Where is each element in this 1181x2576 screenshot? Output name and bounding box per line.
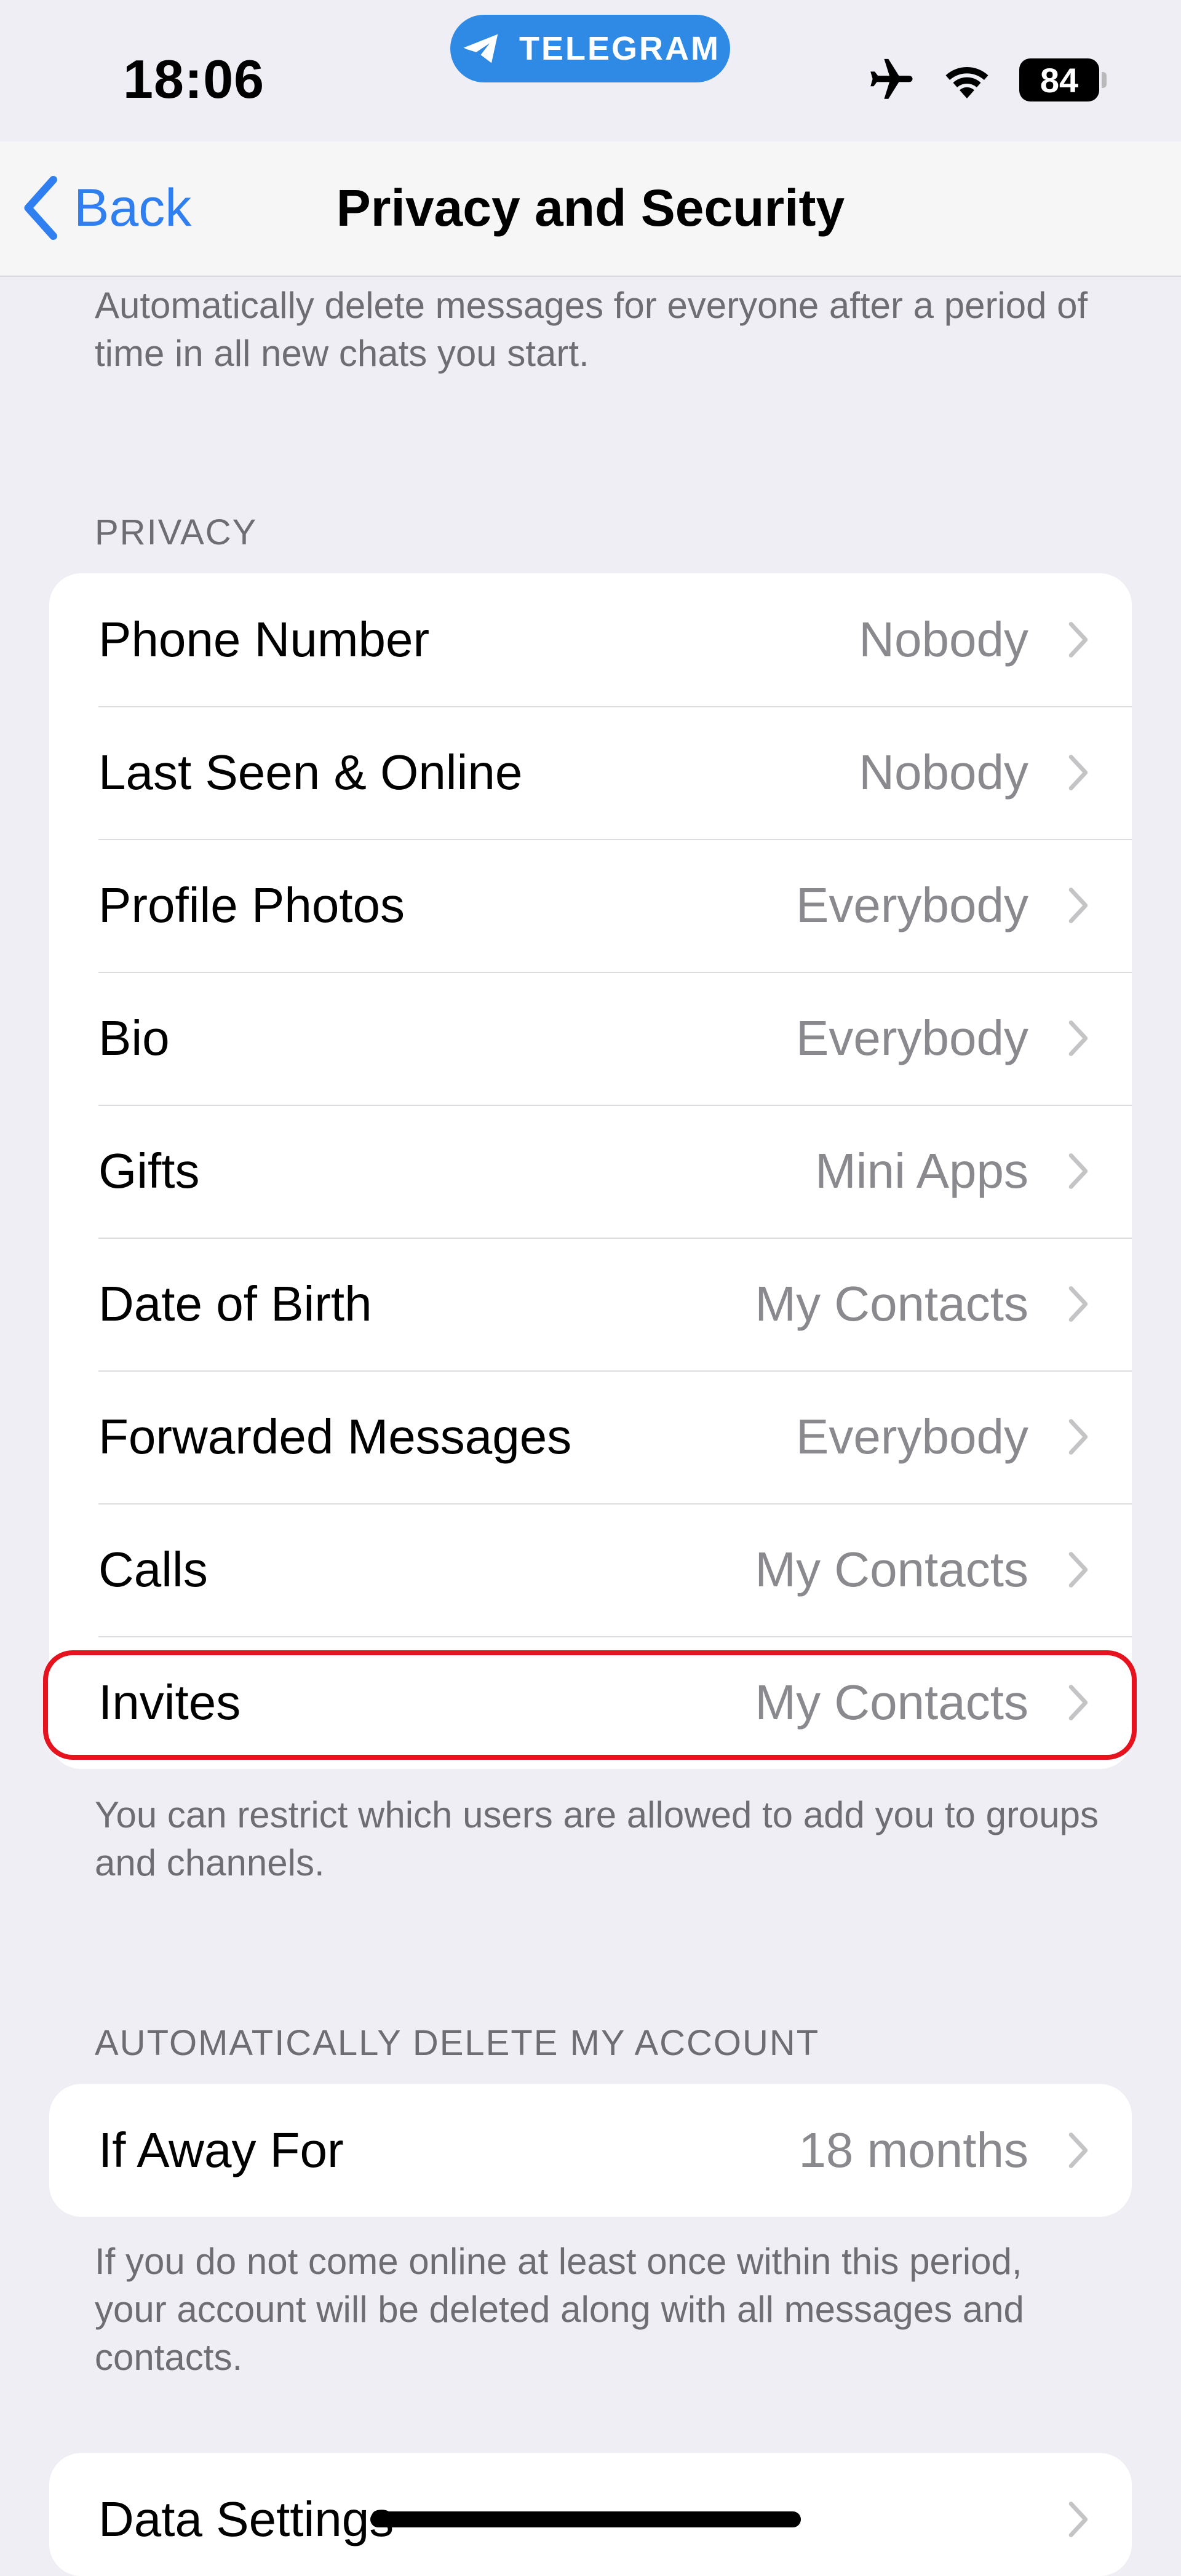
row-label: Invites — [98, 1675, 241, 1730]
row-value: Mini Apps — [815, 1143, 1028, 1198]
invites-footer: You can restrict which users are allowed… — [95, 1794, 1099, 1883]
row-label: Last Seen & Online — [98, 745, 523, 800]
chevron-right-icon — [1068, 1685, 1088, 1720]
navigation-bar: Back Privacy and Security — [0, 141, 1181, 277]
home-indicator[interactable] — [370, 2511, 801, 2527]
row-value: My Contacts — [755, 1276, 1028, 1331]
row-value: Nobody — [859, 612, 1028, 667]
auto-delete-messages-footer: Automatically delete messages for everyo… — [95, 285, 1088, 374]
privacy-row-forwarded-messages[interactable]: Forwarded Messages Everybody — [49, 1370, 1132, 1503]
battery-icon: 84 — [1019, 58, 1107, 101]
system-icons: 84 — [864, 50, 1107, 109]
privacy-group: Phone Number Nobody Last Seen & Online N… — [49, 573, 1132, 1769]
privacy-row-date-of-birth[interactable]: Date of Birth My Contacts — [49, 1238, 1132, 1370]
chevron-right-icon — [1068, 2133, 1088, 2168]
chevron-right-icon — [1068, 755, 1088, 790]
chevron-right-icon — [1068, 1419, 1088, 1455]
wifi-icon — [945, 67, 988, 98]
page-title: Privacy and Security — [336, 179, 845, 237]
delete-account-section-header: AUTOMATICALLY DELETE MY ACCOUNT — [95, 2023, 820, 2063]
row-label: Forwarded Messages — [98, 1409, 572, 1464]
privacy-row-last-seen[interactable]: Last Seen & Online Nobody — [49, 706, 1132, 839]
row-label: Date of Birth — [98, 1276, 372, 1331]
chevron-right-icon — [1068, 1020, 1088, 1056]
privacy-row-invites[interactable]: Invites My Contacts — [49, 1636, 1132, 1769]
chevron-right-icon — [1068, 1286, 1088, 1322]
privacy-section-header: PRIVACY — [95, 512, 258, 552]
privacy-row-bio[interactable]: Bio Everybody — [49, 972, 1132, 1105]
battery-level: 84 — [1040, 60, 1079, 100]
row-value: Everybody — [796, 1409, 1028, 1464]
row-value: 18 months — [798, 2123, 1028, 2177]
row-label: If Away For — [98, 2123, 344, 2177]
chevron-right-icon — [1068, 622, 1088, 658]
airplane-icon — [870, 58, 913, 99]
row-value: My Contacts — [755, 1675, 1028, 1730]
row-value: Nobody — [859, 745, 1028, 800]
privacy-row-gifts[interactable]: Gifts Mini Apps — [49, 1105, 1132, 1238]
row-label: Gifts — [98, 1143, 200, 1198]
privacy-row-calls[interactable]: Calls My Contacts — [49, 1503, 1132, 1636]
row-value: Everybody — [796, 878, 1028, 932]
chevron-right-icon — [1068, 888, 1088, 923]
row-label: Calls — [98, 1542, 208, 1597]
privacy-row-profile-photos[interactable]: Profile Photos Everybody — [49, 839, 1132, 972]
row-if-away-for[interactable]: If Away For 18 months — [49, 2084, 1132, 2217]
chevron-right-icon — [1068, 1153, 1088, 1189]
telegram-icon — [463, 34, 498, 63]
status-bar: 18:06 TELEGRAM 84 — [0, 0, 1181, 141]
row-label: Phone Number — [98, 612, 430, 667]
delete-account-footer: If you do not come online at least once … — [95, 2241, 1024, 2378]
row-value: Everybody — [796, 1011, 1028, 1065]
chevron-right-icon — [1068, 2502, 1088, 2537]
row-label: Bio — [98, 1011, 170, 1065]
telegram-pill[interactable]: TELEGRAM — [450, 15, 730, 82]
status-time: 18:06 — [123, 49, 265, 109]
row-label: Profile Photos — [98, 878, 405, 932]
telegram-pill-label: TELEGRAM — [519, 30, 720, 67]
row-value: My Contacts — [755, 1542, 1028, 1597]
privacy-row-phone-number[interactable]: Phone Number Nobody — [49, 573, 1132, 706]
chevron-right-icon — [1068, 1552, 1088, 1588]
delete-account-group: If Away For 18 months — [49, 2084, 1132, 2217]
